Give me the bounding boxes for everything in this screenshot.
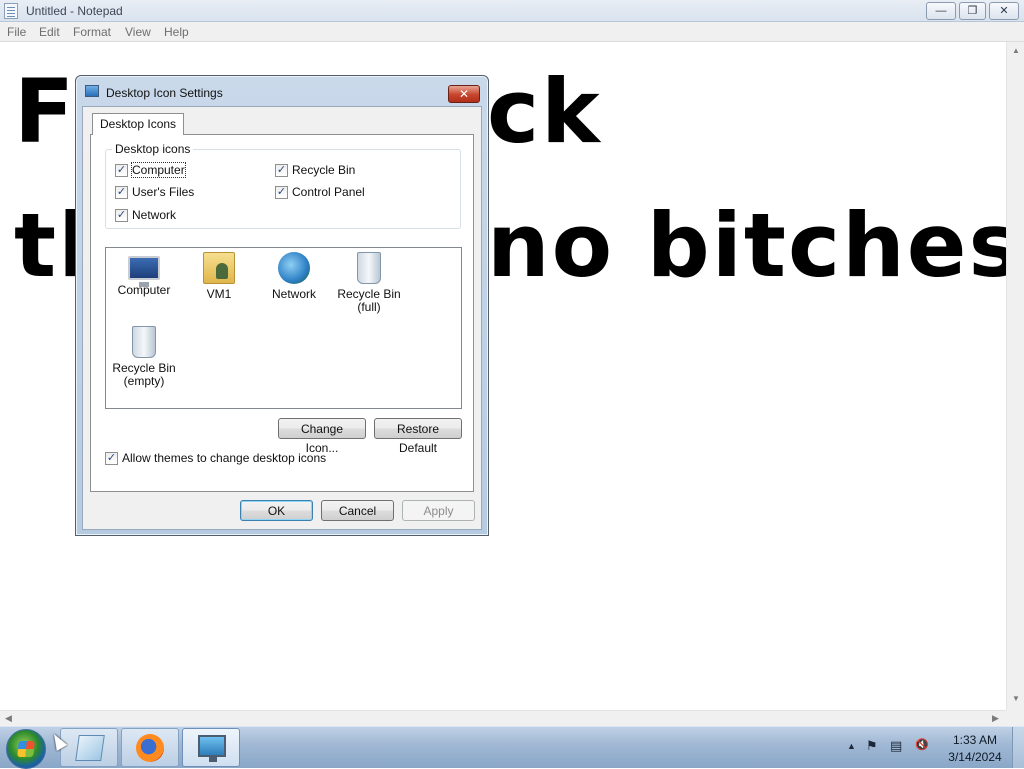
icon-list[interactable]: Computer VM1 Network Recycle Bin (full): [105, 247, 462, 409]
icon-label-line2: (empty): [123, 374, 165, 388]
restore-default-button[interactable]: Restore Default: [374, 418, 462, 455]
check-icon[interactable]: ✓: [115, 185, 128, 199]
menu-format[interactable]: Format: [73, 25, 111, 39]
show-desktop-button[interactable]: [1012, 727, 1024, 768]
ok-button[interactable]: OK: [240, 500, 313, 521]
list-item[interactable]: VM1: [181, 252, 257, 301]
list-item[interactable]: Recycle Bin (empty): [106, 326, 182, 388]
list-item[interactable]: Network: [256, 252, 332, 301]
checkbox-label: Computer: [131, 162, 186, 178]
icon-label-line1: Recycle Bin: [337, 287, 401, 301]
size-grip: [1006, 710, 1024, 726]
checkbox-label: Control Panel: [292, 185, 365, 199]
desktop-icon-settings-dialog: Desktop Icon Settings ✕ Desktop Icons De…: [75, 75, 489, 536]
scroll-down-arrow-icon[interactable]: ▼: [1012, 694, 1020, 703]
show-hidden-icons-icon[interactable]: ▲: [847, 741, 856, 751]
menu-view[interactable]: View: [125, 25, 151, 39]
checkbox-label: User's Files: [132, 185, 195, 199]
icon-label-line1: Recycle Bin: [112, 361, 176, 375]
text-line-1-left: F: [14, 60, 77, 163]
scroll-up-arrow-icon[interactable]: ▲: [1012, 46, 1020, 55]
dialog-body: Desktop Icons Desktop icons ✓ Computer ✓…: [82, 106, 482, 530]
user-folder-icon: [203, 252, 235, 284]
minimize-button[interactable]: —: [926, 2, 956, 20]
menu-file[interactable]: File: [7, 25, 26, 39]
menu-help[interactable]: Help: [164, 25, 189, 39]
text-line-1-right: ck: [487, 60, 602, 163]
check-icon[interactable]: ✓: [115, 163, 128, 177]
taskbar-firefox-button[interactable]: [121, 728, 179, 767]
firefox-icon: [136, 734, 164, 762]
icon-label: Network: [271, 287, 316, 301]
recycle-bin-empty-icon: [132, 326, 156, 358]
action-center-flag-icon[interactable]: ⚑: [866, 738, 878, 754]
clock-time[interactable]: 1:33 AM: [940, 733, 1010, 747]
vertical-scrollbar[interactable]: ▲ ▼: [1006, 42, 1024, 710]
notepad-icon: [75, 735, 105, 761]
text-line-2-right: no bitches: [487, 194, 1006, 297]
computer-checkbox[interactable]: ✓ Computer: [115, 162, 186, 178]
network-icon: [278, 252, 310, 284]
menu-bar: File Edit Format View Help: [0, 22, 1024, 42]
maximize-button[interactable]: ❐: [959, 2, 986, 20]
notepad-title-bar: Untitled - Notepad — ❐ ✕: [0, 0, 1024, 22]
scroll-right-arrow-icon[interactable]: ▶: [992, 713, 999, 724]
display-settings-icon: [198, 735, 226, 762]
volume-muted-icon[interactable]: 🔇: [915, 738, 929, 751]
check-icon[interactable]: ✓: [275, 185, 288, 199]
control-panel-checkbox[interactable]: ✓ Control Panel: [275, 185, 365, 199]
allow-themes-checkbox[interactable]: ✓ Allow themes to change desktop icons: [105, 451, 326, 465]
change-icon-button[interactable]: Change Icon...: [278, 418, 366, 455]
recycle-bin-checkbox[interactable]: ✓ Recycle Bin: [275, 163, 355, 177]
checkbox-label: Allow themes to change desktop icons: [122, 451, 327, 465]
desktop-icons-group: Desktop icons ✓ Computer ✓ Recycle Bin ✓…: [105, 142, 461, 229]
recycle-bin-full-icon: [357, 252, 381, 284]
icon-label-line2: (full): [357, 300, 381, 314]
scroll-left-arrow-icon[interactable]: ◀: [5, 713, 12, 724]
checkbox-label: Network: [132, 208, 177, 222]
checkbox-label: Recycle Bin: [292, 163, 356, 177]
apply-button[interactable]: Apply: [402, 500, 475, 521]
notepad-icon: [4, 3, 18, 19]
check-icon[interactable]: ✓: [105, 451, 118, 465]
computer-icon: [128, 256, 160, 287]
horizontal-scrollbar[interactable]: ◀ ▶: [0, 710, 1006, 726]
list-item[interactable]: Recycle Bin (full): [331, 252, 407, 314]
check-icon[interactable]: ✓: [115, 208, 128, 222]
clock-date[interactable]: 3/14/2024: [940, 750, 1010, 764]
network-checkbox[interactable]: ✓ Network: [115, 208, 176, 222]
network-status-icon[interactable]: ▤: [890, 738, 902, 754]
icon-label: VM1: [206, 287, 232, 301]
tab-desktop-icons[interactable]: Desktop Icons: [92, 113, 185, 135]
tab-panel: Desktop icons ✓ Computer ✓ Recycle Bin ✓…: [90, 134, 474, 492]
menu-edit[interactable]: Edit: [39, 25, 60, 39]
dialog-title: Desktop Icon Settings: [106, 86, 223, 100]
group-legend: Desktop icons: [112, 142, 194, 156]
check-icon[interactable]: ✓: [275, 163, 288, 177]
close-button[interactable]: ✕: [989, 2, 1019, 20]
display-settings-icon: [85, 85, 99, 97]
taskbar-display-settings-button[interactable]: [182, 728, 240, 767]
list-item[interactable]: Computer: [106, 252, 182, 297]
start-button[interactable]: [6, 729, 46, 769]
taskbar-notepad-button[interactable]: [60, 728, 118, 767]
cancel-button[interactable]: Cancel: [321, 500, 394, 521]
window-title: Untitled - Notepad: [26, 4, 123, 18]
dialog-close-button[interactable]: ✕: [448, 85, 480, 103]
users-files-checkbox[interactable]: ✓ User's Files: [115, 185, 194, 199]
